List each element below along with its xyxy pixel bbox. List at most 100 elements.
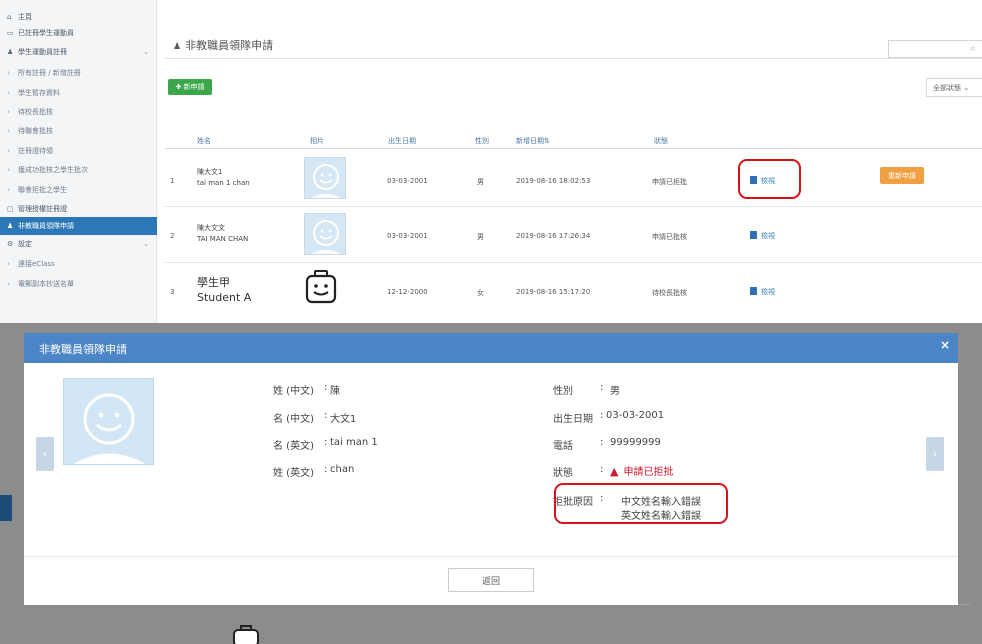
view-link[interactable]: 檢視 bbox=[750, 231, 775, 241]
chevron-right-icon: › bbox=[7, 165, 11, 174]
search-input[interactable]: ⌕ bbox=[888, 40, 982, 58]
reapply-button[interactable]: 重新申請 bbox=[880, 167, 924, 184]
name-en: TAI MAN CHAN bbox=[197, 235, 249, 243]
sidebar-item[interactable]: › 待校長批核 bbox=[0, 103, 157, 120]
smiley-avatar-icon bbox=[311, 220, 341, 254]
sidebar-item-label: 設定 bbox=[18, 239, 32, 248]
field-label: 性別 bbox=[553, 386, 573, 397]
row-divider bbox=[165, 206, 982, 207]
sidebar-item-label: 學生暫存資料 bbox=[18, 88, 60, 97]
status-filter-select[interactable]: 全部狀態 ⌄ bbox=[926, 78, 982, 97]
modal-title: 非教職員領隊申請 bbox=[39, 343, 127, 356]
column-header-gender[interactable]: 性別 bbox=[475, 136, 489, 146]
status-value: ▲ 申請已拒批 bbox=[610, 463, 673, 478]
chevron-right-icon: › bbox=[7, 126, 11, 135]
name-en: Student A bbox=[197, 291, 252, 304]
user-icon: ♟ bbox=[7, 47, 14, 56]
field-colon: : bbox=[600, 410, 604, 421]
gender: 女 bbox=[477, 289, 484, 297]
dob: 03-03-2001 bbox=[387, 177, 428, 185]
profile-photo bbox=[304, 270, 346, 312]
sidebar-item[interactable]: ♟ 學生運動員註冊 ⌄ bbox=[0, 43, 157, 60]
field-label: 名 (英文) bbox=[273, 441, 314, 452]
sidebar-item-label: 非教職員領隊申請 bbox=[18, 222, 74, 230]
created-date: 2019-08-16 17:26:34 bbox=[516, 232, 591, 240]
column-header-dob[interactable]: 出生日期 bbox=[388, 136, 416, 146]
chevron-right-icon: › bbox=[7, 146, 11, 155]
field-colon: : bbox=[600, 382, 604, 393]
highlight-box bbox=[738, 159, 801, 199]
column-header-photo: 相片 bbox=[310, 137, 324, 145]
page-title: ♟ 非教職員領隊申請 bbox=[173, 37, 273, 53]
close-icon[interactable]: × bbox=[940, 338, 950, 352]
sidebar-item[interactable]: ⚙ 設定 ⌄ bbox=[0, 235, 157, 252]
sidebar-item-label: 聯會拒批之學生 bbox=[18, 185, 67, 194]
given-name-en-value: tai man 1 bbox=[330, 437, 378, 448]
search-icon[interactable]: ⌕ bbox=[970, 43, 976, 54]
field-colon: : bbox=[600, 464, 604, 475]
document-icon: ▢ bbox=[7, 204, 14, 213]
dob-value: 03-03-2001 bbox=[606, 410, 665, 421]
file-icon bbox=[750, 231, 757, 239]
sidebar-item[interactable]: › 獲成功批核之學生批次 bbox=[0, 161, 157, 178]
sidebar-item-label: 待校長批核 bbox=[18, 107, 53, 116]
profile-photo bbox=[63, 378, 154, 465]
row-number: 2 bbox=[170, 232, 175, 240]
sidebar-item[interactable]: › 學生暫存資料 bbox=[0, 84, 157, 101]
sidebar: ⌂ 主頁 ▭ 已註冊學生運動員 ♟ 學生運動員註冊 ⌄ › 所有註冊 / 新增註冊 › 學生暫存資料… bbox=[0, 0, 157, 323]
warning-icon: ▲ bbox=[610, 465, 619, 478]
dob: 12-12-2000 bbox=[387, 288, 428, 296]
name-zh: 學生甲 bbox=[197, 276, 230, 289]
sidebar-item-label: 電郵副本抄送名單 bbox=[18, 279, 74, 288]
new-application-button[interactable]: ✚ 新申請 bbox=[168, 79, 212, 95]
page-title-text: 非教職員領隊申請 bbox=[185, 39, 274, 52]
sidebar-item[interactable]: ⌂ 主頁 bbox=[0, 8, 157, 25]
status-value-text: 申請已拒批 bbox=[623, 467, 674, 478]
next-arrow-button[interactable]: › bbox=[926, 437, 944, 471]
sidebar-item[interactable]: ▭ 已註冊學生運動員 bbox=[0, 24, 157, 41]
sidebar-item[interactable]: › 註冊證待領 bbox=[0, 142, 157, 159]
robot-avatar-icon bbox=[233, 625, 259, 644]
status-text: 待校長批核 bbox=[652, 289, 687, 297]
sidebar-item-label: 主頁 bbox=[18, 12, 32, 21]
divider bbox=[165, 58, 982, 59]
user-icon: ♟ bbox=[173, 42, 182, 52]
robot-avatar-icon bbox=[305, 270, 337, 304]
row-divider bbox=[165, 262, 982, 263]
surname-en-value: chan bbox=[330, 464, 355, 475]
view-link-label: 檢視 bbox=[761, 288, 775, 296]
sidebar-item[interactable]: › 電郵副本抄送名單 bbox=[0, 275, 157, 292]
column-header-name[interactable]: 姓名 bbox=[197, 136, 211, 146]
sidebar-item[interactable]: ▢ 管理授權註冊證 bbox=[0, 200, 157, 217]
modal-footer-divider bbox=[24, 556, 958, 557]
created-date: 2019-08-16 18:02:53 bbox=[516, 177, 591, 185]
chevron-down-icon[interactable]: ⌄ bbox=[143, 48, 149, 56]
chevron-down-icon[interactable]: ⌄ bbox=[143, 240, 149, 248]
sidebar-item[interactable]: › 聯會拒批之學生 bbox=[0, 181, 157, 198]
row-number: 3 bbox=[170, 288, 175, 296]
field-label: 姓 (中文) bbox=[273, 386, 314, 397]
field-colon: : bbox=[324, 410, 328, 421]
gender: 男 bbox=[477, 178, 484, 186]
sidebar-item-label: 註冊證待領 bbox=[18, 146, 53, 155]
column-header-created[interactable]: 新增日期⇅ bbox=[516, 136, 550, 146]
sidebar-item-label: 管理授權註冊證 bbox=[18, 204, 67, 213]
sidebar-item[interactable]: › 待聯會批核 bbox=[0, 122, 157, 139]
prev-arrow-button[interactable]: ‹ bbox=[36, 437, 54, 471]
view-link[interactable]: 檢視 bbox=[750, 287, 775, 297]
application-detail-modal: 非教職員領隊申請 × ‹ › 姓 (中文) : 陳 名 (中文) : 大文1 名… bbox=[24, 333, 958, 605]
sidebar-item-label: 已註冊學生運動員 bbox=[18, 28, 74, 37]
sidebar-item[interactable]: › 連接eClass bbox=[0, 255, 157, 272]
back-button[interactable]: 返回 bbox=[448, 568, 534, 592]
user-icon: ♟ bbox=[7, 222, 14, 230]
name-zh: 陳大文1 bbox=[197, 168, 223, 176]
sidebar-item-label: 待聯會批核 bbox=[18, 126, 53, 135]
sidebar-item[interactable]: › 所有註冊 / 新增註冊 bbox=[0, 64, 157, 81]
field-label: 名 (中文) bbox=[273, 414, 314, 425]
chevron-right-icon: › bbox=[7, 68, 11, 77]
column-header-status[interactable]: 狀態 bbox=[654, 136, 668, 146]
dimmed-sidebar-item bbox=[0, 495, 12, 521]
phone-value: 99999999 bbox=[610, 437, 661, 448]
profile-photo bbox=[304, 157, 346, 199]
sidebar-item[interactable]: ♟ 非教職員領隊申請 bbox=[0, 217, 157, 235]
